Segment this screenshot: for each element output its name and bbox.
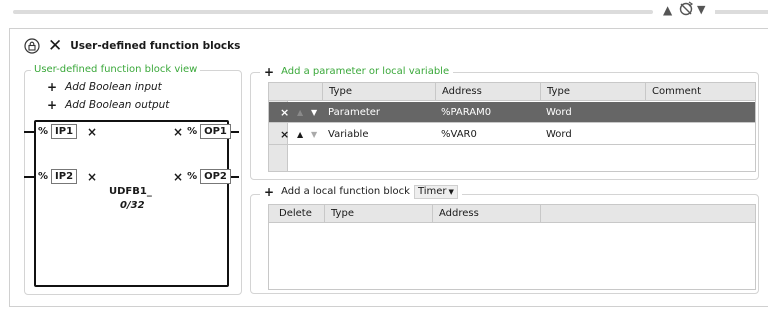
column-header: Address	[435, 83, 540, 101]
row-data-type[interactable]: Word	[540, 102, 572, 123]
row-kind: Variable	[328, 129, 369, 140]
plus-icon[interactable]: +	[264, 185, 274, 199]
block-view-legend: User-defined function block view	[31, 64, 201, 76]
add-local-fb-header: + Add a local function block Timer ▼	[260, 185, 462, 199]
column-header: Type	[540, 83, 645, 101]
remove-input-button[interactable]: ×	[87, 125, 97, 139]
remove-output-button[interactable]: ×	[173, 170, 183, 184]
delete-row-icon[interactable]: ×	[280, 124, 289, 145]
percent-label: %	[187, 126, 198, 137]
add-boolean-input-label: Add Boolean input	[65, 81, 162, 93]
add-parameter-button[interactable]: + Add a parameter or local variable	[260, 65, 454, 79]
table-row[interactable]: × ▲ ▼ Variable %VAR0 Word	[269, 124, 755, 145]
move-up-icon[interactable]: ▲	[297, 102, 303, 123]
output-pin-name[interactable]: OP2	[200, 169, 231, 184]
toolbar-separator-right	[715, 10, 768, 14]
move-up-icon[interactable]: ▲	[297, 124, 303, 145]
output-pin: × % OP2	[173, 169, 231, 184]
table-header: Type Address Type Comment	[269, 83, 755, 101]
delete-row-icon[interactable]: ×	[280, 102, 289, 123]
row-address: %VAR0	[441, 129, 477, 140]
triangle-down-icon[interactable]: ▼	[697, 2, 705, 18]
output-pin: × % OP1	[173, 124, 231, 139]
row-comment[interactable]	[645, 102, 651, 123]
chevron-down-icon: ▼	[448, 188, 454, 196]
move-down-icon[interactable]: ▼	[311, 124, 317, 145]
add-local-fb-label[interactable]: Add a local function block	[281, 185, 410, 199]
remove-output-button[interactable]: ×	[173, 125, 183, 139]
input-pin-line	[24, 176, 34, 178]
sync-icon[interactable]	[678, 1, 694, 21]
row-data-type[interactable]: Word	[540, 124, 572, 145]
plus-icon: +	[47, 80, 58, 94]
input-pin: % IP2 ×	[38, 169, 97, 184]
plus-icon: +	[264, 65, 275, 79]
add-boolean-output-button[interactable]: + Add Boolean output	[47, 98, 169, 112]
percent-label: %	[187, 171, 198, 182]
column-header: Delete	[279, 208, 312, 219]
fb-type-dropdown[interactable]: Timer ▼	[413, 185, 458, 199]
page-title: User-defined function blocks	[70, 40, 241, 52]
panel-bottom-border	[9, 306, 768, 307]
parameters-table: Type Address Type Comment × ▲ ▼ Paramete…	[268, 82, 756, 172]
top-toolbar: ▲ ▼	[0, 0, 768, 22]
input-pin-name[interactable]: IP1	[51, 124, 78, 139]
table-row[interactable]: × ▲ ▼ Parameter %PARAM0 Word	[269, 102, 755, 123]
input-pin-line	[24, 131, 34, 133]
add-boolean-input-button[interactable]: + Add Boolean input	[47, 80, 162, 94]
input-pin: % IP1 ×	[38, 124, 97, 139]
block-count: 0/32	[120, 200, 145, 211]
toolbar-separator	[13, 10, 653, 14]
editor-header: ✕ User-defined function blocks	[24, 36, 240, 56]
plus-icon: +	[47, 98, 58, 112]
column-header: Type	[322, 83, 435, 101]
lock-icon[interactable]	[24, 38, 40, 54]
row-address: %PARAM0	[441, 107, 492, 118]
fb-type-value: Timer	[417, 186, 447, 197]
udfb-editor: ▲ ▼ ✕ User-defined function blocks User-…	[0, 0, 768, 313]
table-header: Delete Type Address	[269, 205, 755, 223]
row-comment[interactable]	[645, 124, 651, 145]
block-name: UDFB1_	[109, 186, 152, 197]
column-header: Address	[432, 205, 540, 223]
output-pin-name[interactable]: OP1	[200, 124, 231, 139]
remove-input-button[interactable]: ×	[87, 170, 97, 184]
column-divider	[540, 205, 547, 223]
add-parameter-label: Add a parameter or local variable	[281, 66, 450, 77]
column-header: Comment	[645, 83, 755, 101]
close-icon[interactable]: ✕	[48, 38, 62, 55]
column-header: Type	[324, 205, 432, 223]
percent-label: %	[38, 126, 49, 137]
row-kind: Parameter	[328, 107, 381, 118]
add-boolean-output-label: Add Boolean output	[65, 99, 170, 111]
move-down-icon[interactable]: ▼	[311, 102, 317, 123]
percent-label: %	[38, 171, 49, 182]
input-pin-name[interactable]: IP2	[51, 169, 78, 184]
triangle-up-icon[interactable]: ▲	[663, 2, 672, 18]
local-fb-table: Delete Type Address	[268, 204, 756, 290]
